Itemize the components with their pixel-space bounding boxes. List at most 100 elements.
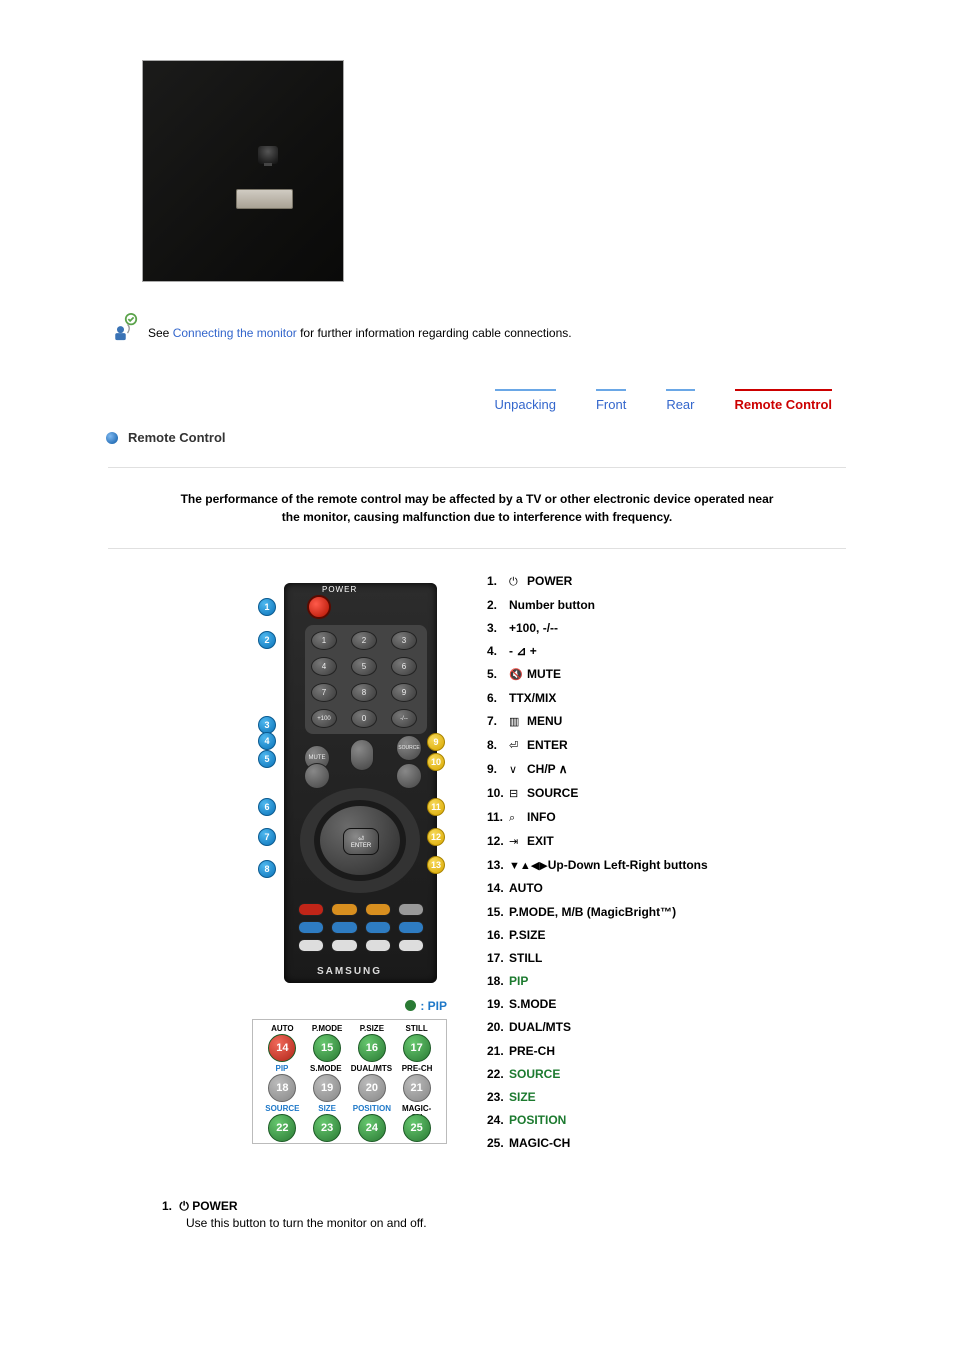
list-item: 9.∨ CH/P ∧ (487, 761, 852, 778)
list-item-label: SOURCE (527, 786, 578, 800)
list-item: 20.DUAL/MTS (487, 1019, 852, 1035)
list-item-label: - ⊿ + (509, 644, 537, 658)
list-item-number: 8. (487, 737, 509, 753)
callout-9: 9 (427, 733, 445, 751)
warning-line1: The performance of the remote control ma… (181, 492, 774, 506)
list-item-label: CH/P ∧ (527, 762, 568, 776)
main-block: POWER 123 456 789 +1000-/-- MUTE SOURCE (252, 573, 852, 1159)
list-item-icon: ∨ (509, 763, 527, 778)
callout-4: 4 (258, 732, 276, 750)
list-item: 3.+100, -/-- (487, 620, 852, 636)
detail-lbl: PIP (263, 1064, 301, 1073)
list-item-icon: ⏻ (509, 575, 527, 590)
list-item: 19.S.MODE (487, 996, 852, 1012)
list-item: 15.P.MODE, M/B (MagicBright™) (487, 904, 852, 920)
list-item-label: DUAL/MTS (509, 1020, 571, 1034)
list-item-number: 1. (487, 573, 509, 589)
list-item-label: P.SIZE (509, 928, 545, 942)
list-item: 1.⏻ POWER (487, 573, 852, 590)
list-item: 5.🔇 MUTE (487, 666, 852, 683)
footer-title: POWER (192, 1199, 237, 1213)
list-item-number: 22. (487, 1066, 509, 1082)
list-item-label: STILL (509, 951, 542, 965)
tab-front[interactable]: Front (596, 397, 626, 412)
list-item: 11.⌕ INFO (487, 809, 852, 826)
list-item-icon: 🔇 (509, 668, 527, 683)
list-item: 24.POSITION (487, 1112, 852, 1128)
list-item: 17.STILL (487, 950, 852, 966)
list-item: 10.⊟ SOURCE (487, 785, 852, 802)
detail-circle: 17 (403, 1034, 431, 1062)
list-item: 13.▼▲◀▶ Up-Down Left-Right buttons (487, 857, 852, 874)
tab-remote-control[interactable]: Remote Control (735, 397, 833, 412)
detail-circle: 19 (313, 1074, 341, 1102)
list-item-number: 12. (487, 833, 509, 849)
callout-11: 11 (427, 798, 445, 816)
list-item-number: 15. (487, 904, 509, 920)
list-item-label: Number button (509, 598, 595, 612)
list-item-label[interactable]: POSITION (509, 1113, 566, 1127)
connecting-monitor-link[interactable]: Connecting the monitor (173, 326, 297, 340)
list-item-number: 18. (487, 973, 509, 989)
footer-desc: Use this button to turn the monitor on a… (186, 1216, 852, 1230)
list-item-number: 24. (487, 1112, 509, 1128)
footer-description: 1. ⏻ POWER Use this button to turn the m… (162, 1199, 852, 1230)
list-item-icon: ▼▲◀▶ (509, 859, 548, 874)
list-item-label: INFO (527, 810, 556, 824)
footer-num: 1. (162, 1199, 176, 1213)
list-item-number: 25. (487, 1135, 509, 1151)
pip-legend: : PIP (252, 999, 447, 1013)
list-item: 14.AUTO (487, 880, 852, 896)
tab-rear[interactable]: Rear (666, 397, 694, 412)
detail-circle: 16 (358, 1034, 386, 1062)
list-item: 8.⏎ ENTER (487, 737, 852, 754)
list-item-number: 6. (487, 690, 509, 706)
warning-line2: the monitor, causing malfunction due to … (282, 510, 673, 524)
list-item-label: MUTE (527, 667, 561, 681)
detail-circle: 21 (403, 1074, 431, 1102)
detail-lbl: STILL (397, 1024, 436, 1033)
list-item-icon: ⏎ (509, 739, 527, 754)
list-item-number: 23. (487, 1089, 509, 1105)
list-item: 4.- ⊿ + (487, 643, 852, 659)
list-item-icon: ⇥ (509, 835, 527, 850)
info-suffix: for further information regarding cable … (297, 326, 572, 340)
callout-7: 7 (258, 828, 276, 846)
pip-legend-text: : PIP (420, 999, 447, 1013)
detail-lbl: AUTO (263, 1024, 302, 1033)
pip-dot-icon (405, 1000, 416, 1011)
info-row: See Connecting the monitor for further i… (110, 312, 852, 342)
remote-column: POWER 123 456 789 +1000-/-- MUTE SOURCE (252, 573, 447, 1159)
detail-lbl: P.MODE (308, 1024, 347, 1033)
list-item-number: 4. (487, 643, 509, 659)
list-item-number: 16. (487, 927, 509, 943)
list-item-number: 19. (487, 996, 509, 1012)
list-item-number: 17. (487, 950, 509, 966)
list-item-label[interactable]: SIZE (509, 1090, 536, 1104)
list-item-number: 5. (487, 666, 509, 682)
detail-lbl: PRE-CH (398, 1064, 436, 1073)
list-item-label: +100, -/-- (509, 621, 558, 635)
info-prefix: See (148, 326, 173, 340)
list-item: 7.▥ MENU (487, 713, 852, 730)
detail-circle: 15 (313, 1034, 341, 1062)
list-item-number: 13. (487, 857, 509, 873)
list-item: 16.P.SIZE (487, 927, 852, 943)
lock-slot-graphic (258, 146, 278, 164)
port-graphic (236, 189, 293, 209)
list-item-label[interactable]: SOURCE (509, 1067, 560, 1081)
list-item-number: 20. (487, 1019, 509, 1035)
callout-1: 1 (258, 598, 276, 616)
list-item-number: 9. (487, 761, 509, 777)
divider (108, 548, 846, 549)
tab-unpacking[interactable]: Unpacking (495, 397, 556, 412)
callout-8: 8 (258, 860, 276, 878)
detail-circle: 25 (403, 1114, 431, 1142)
bullet-icon (106, 432, 118, 444)
callout-6: 6 (258, 798, 276, 816)
list-item-label[interactable]: PIP (509, 974, 528, 988)
list-item: 18.PIP (487, 973, 852, 989)
callout-2: 2 (258, 631, 276, 649)
list-item-number: 2. (487, 597, 509, 613)
list-item: 2.Number button (487, 597, 852, 613)
